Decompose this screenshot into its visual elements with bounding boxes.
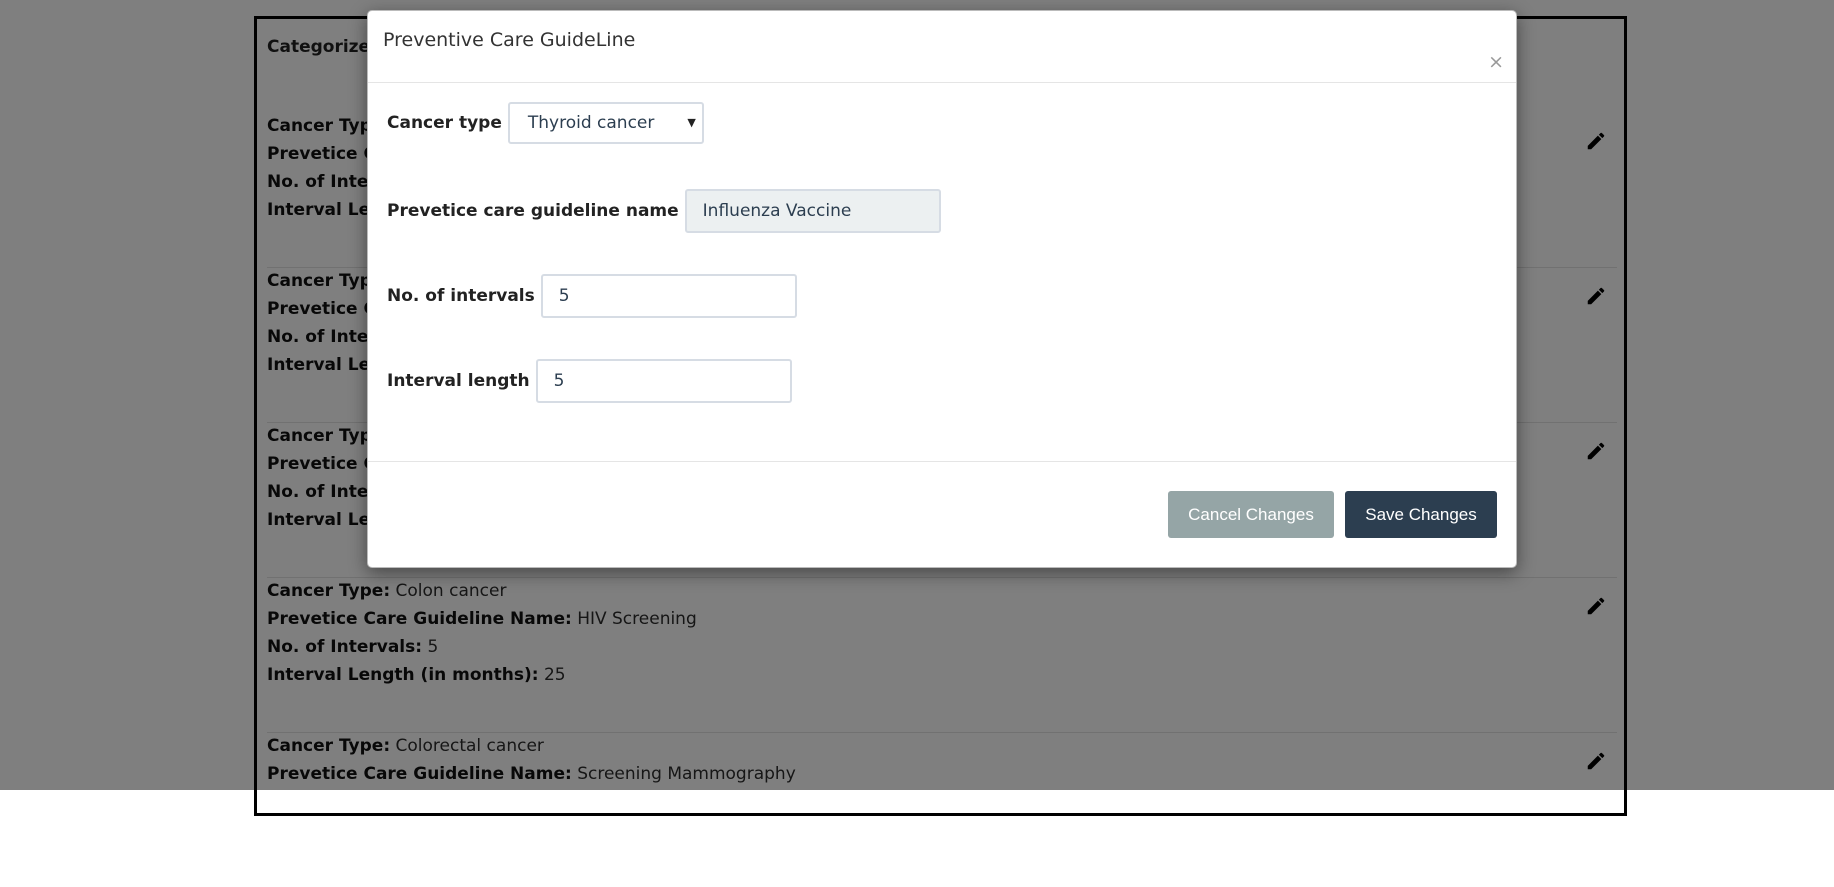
cancer-type-selected: Thyroid cancer [527,113,655,133]
interval-length-row: Interval length 5 [387,359,792,403]
modal-body: Cancer type Thyroid cancer ▼ Prevetice c… [368,83,1516,462]
modal-footer: Cancel Changes Save Changes [368,462,1516,568]
interval-length-label: Interval length [387,371,530,391]
close-icon[interactable]: × [1488,53,1504,72]
intervals-row: No. of intervals 5 [387,274,797,318]
cancer-type-label: Cancer type [387,113,502,133]
cancel-button[interactable]: Cancel Changes [1168,491,1334,538]
cancer-type-row: Cancer type Thyroid cancer ▼ [387,102,704,144]
guideline-name-field[interactable]: Influenza Vaccine [684,189,941,233]
save-button[interactable]: Save Changes [1345,491,1497,538]
guideline-name-label: Prevetice care guideline name [387,201,679,221]
guideline-name-row: Prevetice care guideline name Influenza … [387,189,941,233]
chevron-down-icon: ▼ [687,116,696,129]
preventive-care-modal: Preventive Care GuideLine × Cancer type … [367,10,1517,568]
interval-length-field[interactable]: 5 [535,359,792,403]
intervals-label: No. of intervals [387,286,535,306]
intervals-field[interactable]: 5 [540,274,797,318]
modal-title: Preventive Care GuideLine [383,29,636,51]
modal-header: Preventive Care GuideLine × [368,11,1516,83]
cancer-type-select[interactable]: Thyroid cancer ▼ [507,102,704,144]
